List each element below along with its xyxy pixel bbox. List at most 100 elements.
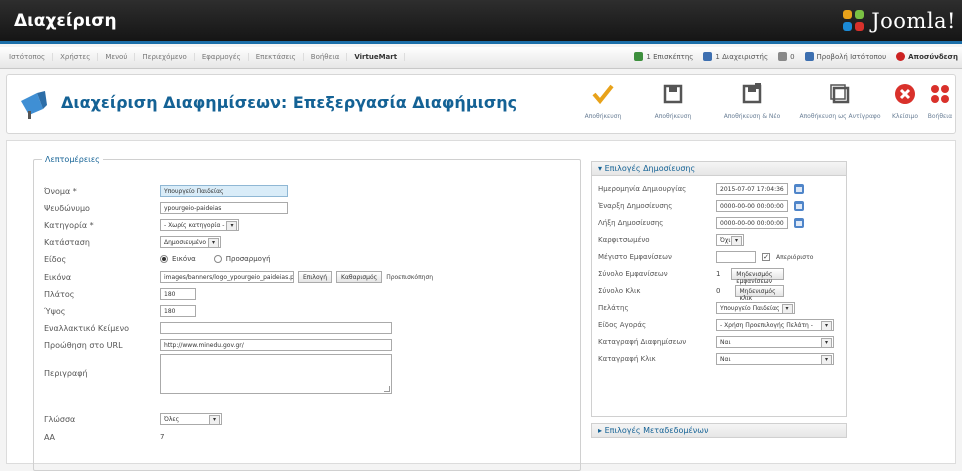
alt-text-input[interactable] xyxy=(160,322,392,334)
created-date-input[interactable]: 2015-07-07 17:04:36 xyxy=(716,183,788,195)
metadata-options-toggle[interactable]: ▸ Επιλογές Μεταδεδομένων xyxy=(591,423,847,438)
track-impressions-select[interactable]: Ναι xyxy=(716,336,834,348)
menu-users[interactable]: Χρήστες xyxy=(53,53,99,61)
messages-status[interactable]: 0 xyxy=(778,52,795,61)
unlimited-label: Απεριόριστο xyxy=(776,253,814,261)
language-select[interactable]: Όλες xyxy=(160,413,222,425)
menu-site[interactable]: Ιστότοπος xyxy=(2,53,54,61)
users-icon xyxy=(634,52,644,61)
alt-text-label: Εναλλακτικό Κείμενο xyxy=(44,323,129,333)
status-label: Κατάσταση xyxy=(44,237,90,247)
admin-header: Διαχείριση Joomla! xyxy=(0,0,962,44)
total-clicks-label: Σύνολο Κλικ xyxy=(598,287,641,295)
visitors-status[interactable]: 1 Επισκέπτης xyxy=(634,52,693,61)
click-url-label: Προώθηση στο URL xyxy=(44,340,123,350)
menu-menus[interactable]: Μενού xyxy=(98,53,136,61)
description-label: Περιγραφή xyxy=(44,368,88,378)
purchase-type-label: Είδος Αγοράς xyxy=(598,321,647,329)
close-button[interactable]: Κλείσιμο xyxy=(885,81,925,127)
close-icon xyxy=(890,81,920,107)
site-icon xyxy=(804,52,814,61)
width-input[interactable]: 180 xyxy=(160,288,196,300)
language-label: Γλώσσα xyxy=(44,414,76,424)
max-impressions-label: Μέγιστο Εμφανίσεων xyxy=(598,253,672,261)
category-select[interactable]: - Χωρίς κατηγορία - xyxy=(160,219,240,231)
menu-content[interactable]: Περιεχόμενο xyxy=(135,53,195,61)
view-site-link[interactable]: Προβολή Ιστότοπου xyxy=(804,52,886,61)
mail-icon xyxy=(778,52,788,61)
calendar-icon[interactable] xyxy=(794,218,804,228)
radio-selected-icon xyxy=(160,255,168,263)
status-select[interactable]: Δημοσιευμένο xyxy=(160,236,222,248)
check-icon xyxy=(588,81,618,107)
created-date-label: Ημερομηνία Δημιουργίας xyxy=(598,185,687,193)
pinned-select[interactable]: Όχι xyxy=(716,234,744,246)
admin-icon xyxy=(703,52,713,61)
help-icon xyxy=(925,81,955,107)
max-impressions-input[interactable] xyxy=(716,251,756,263)
admins-status[interactable]: 1 Διαχειριστής xyxy=(703,52,768,61)
logout-link[interactable]: Αποσύνδεση xyxy=(896,52,958,61)
id-value: 7 xyxy=(160,433,165,441)
publish-up-label: Έναρξη Δημοσίευσης xyxy=(598,202,673,210)
track-clicks-select[interactable]: Ναι xyxy=(716,353,834,365)
save-copy-button[interactable]: Αποθήκευση ως Αντίγραφο xyxy=(797,81,883,127)
publishing-options-toggle[interactable]: ▾ Επιλογές Δημοσίευσης xyxy=(592,162,846,176)
category-label: Κατηγορία * xyxy=(44,220,94,230)
save-copy-icon xyxy=(825,81,855,107)
client-label: Πελάτης xyxy=(598,304,629,312)
total-impressions-label: Σύνολο Εμφανίσεων xyxy=(598,270,668,278)
publish-up-input[interactable]: 0000-00-00 00:00:00 xyxy=(716,200,788,212)
save-new-icon xyxy=(737,81,767,107)
reset-impressions-button[interactable]: Μηδενισμός εμφανίσεων xyxy=(731,268,785,285)
track-clicks-label: Καταγραφή Κλικ xyxy=(598,355,656,363)
joomla-logo: Joomla! xyxy=(843,9,956,33)
description-textarea[interactable] xyxy=(160,354,392,394)
save-button[interactable]: Αποθήκευση xyxy=(569,81,637,127)
image-label: Εικόνα xyxy=(44,272,72,282)
purchase-type-select[interactable]: - Χρήση Προεπιλογής Πελάτη - xyxy=(716,319,834,331)
save-icon xyxy=(658,81,688,107)
main-menubar: Ιστότοπος Χρήστες Μενού Περιεχόμενο Εφαρ… xyxy=(0,47,962,69)
image-clear-button[interactable]: Καθαρισμός xyxy=(336,271,383,283)
calendar-icon[interactable] xyxy=(794,184,804,194)
name-input[interactable]: Υπουργείο Παιδείας xyxy=(160,185,288,197)
save-close-button[interactable]: Αποθήκευση xyxy=(639,81,707,127)
total-impressions-value: 1 xyxy=(716,270,721,278)
height-label: Ύψος xyxy=(44,306,66,316)
save-new-button[interactable]: Αποθήκευση & Νέο xyxy=(709,81,795,127)
click-url-input[interactable]: http://www.minedu.gov.gr/ xyxy=(160,339,392,351)
type-custom-radio[interactable]: Προσαρμογή xyxy=(213,255,271,263)
image-preview-link[interactable]: Προεπισκόπηση xyxy=(386,274,433,281)
image-select-button[interactable]: Επιλογή xyxy=(298,271,333,283)
type-label: Είδος xyxy=(44,254,67,264)
help-button[interactable]: Βοήθεια xyxy=(927,81,953,127)
menu-components[interactable]: Εφαρμογές xyxy=(195,53,249,61)
image-path-input[interactable]: images/banners/logo_ypourgeio_paideias.p… xyxy=(160,271,294,283)
unlimited-checkbox[interactable]: ✓ xyxy=(762,253,770,261)
joomla-logo-icon xyxy=(843,10,865,32)
banner-manager-icon xyxy=(21,91,47,119)
id-label: ΑΑ xyxy=(44,432,55,442)
menu-help[interactable]: Βοήθεια xyxy=(304,53,348,61)
menu-extensions[interactable]: Επεκτάσεις xyxy=(249,53,304,61)
client-select[interactable]: Υπουργείο Παιδείας xyxy=(716,302,795,314)
logout-icon xyxy=(896,52,906,61)
height-input[interactable]: 180 xyxy=(160,305,196,317)
pinned-label: Καρφιτσωμένο xyxy=(598,236,650,244)
publishing-options-panel: ▾ Επιλογές Δημοσίευσης Ημερομηνία Δημιου… xyxy=(591,161,847,417)
alias-input[interactable]: ypourgeio-paideias xyxy=(160,202,288,214)
total-clicks-value: 0 xyxy=(716,287,721,295)
reset-clicks-button[interactable]: Μηδενισμός κλικ xyxy=(734,285,785,302)
page-title: Διαχείριση Διαφημίσεων: Επεξεργασία Διαφ… xyxy=(61,93,518,112)
calendar-icon[interactable] xyxy=(794,201,804,211)
details-legend: Λεπτομέρειες xyxy=(45,155,100,164)
details-fieldset: Λεπτομέρειες Όνομα * Υπουργείο Παιδείας … xyxy=(33,155,581,471)
menu-virtuemart[interactable]: VirtueMart xyxy=(347,53,406,61)
edit-form: Λεπτομέρειες Όνομα * Υπουργείο Παιδείας … xyxy=(6,140,956,471)
publish-down-input[interactable]: 0000-00-00 00:00:00 xyxy=(716,217,788,229)
name-label: Όνομα * xyxy=(44,186,77,196)
alias-label: Ψευδώνυμο xyxy=(44,203,90,213)
type-image-radio[interactable]: Εικόνα xyxy=(160,255,196,263)
header-title: Διαχείριση xyxy=(14,11,117,31)
